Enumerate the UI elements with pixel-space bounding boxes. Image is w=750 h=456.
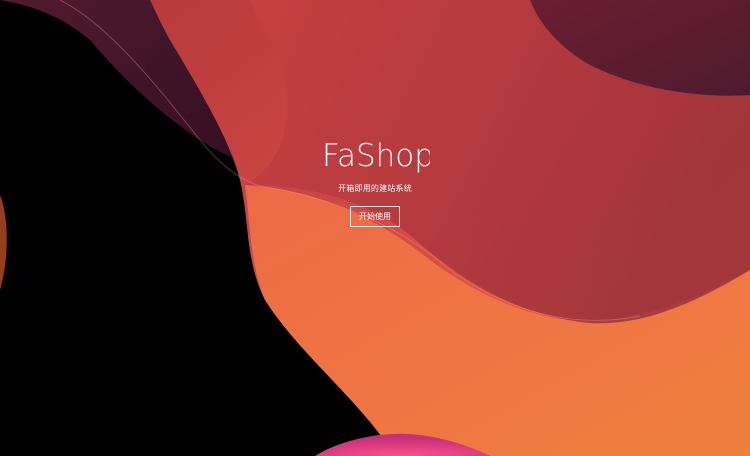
hero-section: FaShop 开箱即用的建站系统 开始使用 <box>0 0 750 456</box>
landing-page: FaShop 开箱即用的建站系统 开始使用 <box>0 0 750 456</box>
logo-wordmark: FaShop <box>322 138 430 174</box>
hero-tagline: 开箱即用的建站系统 <box>338 184 412 193</box>
fashop-logo: FaShop <box>322 138 430 174</box>
start-button[interactable]: 开始使用 <box>350 206 400 227</box>
